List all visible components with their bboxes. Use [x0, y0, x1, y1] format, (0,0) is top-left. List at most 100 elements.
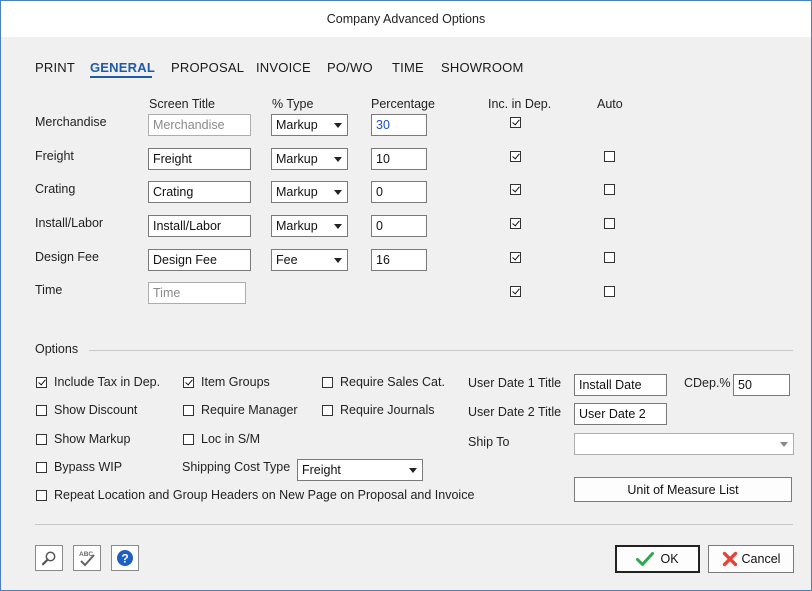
- row-label-freight: Freight: [35, 149, 74, 163]
- user-date-1-input[interactable]: Install Date: [574, 374, 667, 396]
- percentage-input-freight[interactable]: 10: [371, 148, 427, 170]
- type-select-value: Fee: [276, 253, 298, 267]
- auto-checkbox-time[interactable]: [604, 286, 615, 297]
- close-icon: [722, 551, 737, 567]
- chevron-down-icon: [334, 258, 342, 263]
- row-label-time: Time: [35, 283, 63, 297]
- header-type: % Type: [272, 97, 314, 111]
- search-icon: [41, 551, 56, 566]
- auto-checkbox-design-fee[interactable]: [604, 252, 615, 263]
- show-markup-label: Show Markup: [54, 432, 131, 446]
- screen-title-input-time[interactable]: Time: [148, 282, 246, 304]
- percentage-input-crating[interactable]: 0: [371, 181, 427, 203]
- svg-text:?: ?: [121, 551, 128, 565]
- screen-title-input-freight[interactable]: Freight: [148, 148, 251, 170]
- show-markup-checkbox[interactable]: [36, 434, 47, 445]
- cdep-label: CDep.%: [684, 376, 731, 390]
- header-inc-dep: Inc. in Dep.: [488, 97, 552, 111]
- cdep-input[interactable]: 50: [733, 374, 790, 396]
- spellcheck-button[interactable]: ABC: [73, 545, 101, 571]
- percentage-input-design-fee[interactable]: 16: [371, 249, 427, 271]
- chevron-down-icon: [334, 123, 342, 128]
- screen-title-input-design-fee[interactable]: Design Fee: [148, 249, 251, 271]
- shipping-cost-type-select[interactable]: Freight: [297, 459, 423, 481]
- require-journals-checkbox[interactable]: [322, 405, 333, 416]
- tab-general[interactable]: GENERAL: [90, 60, 155, 75]
- header-screen-title: Screen Title: [149, 97, 216, 111]
- require-sales-cat-checkbox[interactable]: [322, 377, 333, 388]
- dialog-window: Company Advanced Options PRINT GENERAL P…: [0, 0, 812, 591]
- auto-checkbox-crating[interactable]: [604, 184, 615, 195]
- loc-in-sm-checkbox[interactable]: [183, 434, 194, 445]
- unit-of-measure-list-button[interactable]: Unit of Measure List: [574, 477, 792, 502]
- include-tax-checkbox[interactable]: [36, 377, 47, 388]
- inc-dep-checkbox-time[interactable]: [510, 286, 521, 297]
- chevron-down-icon: [409, 468, 417, 473]
- show-discount-checkbox[interactable]: [36, 405, 47, 416]
- row-label-merchandise: Merchandise: [35, 115, 107, 129]
- options-section-label: Options: [35, 342, 79, 356]
- screen-title-input-merchandise[interactable]: Merchandise: [148, 114, 251, 136]
- inc-dep-checkbox-freight[interactable]: [510, 151, 521, 162]
- bypass-wip-checkbox[interactable]: [36, 462, 47, 473]
- active-tab-underline: [90, 76, 152, 78]
- percentage-input-merchandise[interactable]: 30: [371, 114, 427, 136]
- spellcheck-icon: ABC: [79, 551, 95, 567]
- user-date-2-label: User Date 2 Title: [468, 405, 562, 419]
- screen-title-input-crating[interactable]: Crating: [148, 181, 251, 203]
- require-journals-label: Require Journals: [340, 403, 435, 417]
- tab-time[interactable]: TIME: [392, 60, 424, 75]
- ship-to-select[interactable]: [574, 433, 794, 455]
- inc-dep-checkbox-design-fee[interactable]: [510, 252, 521, 263]
- checkmark-icon: [636, 552, 655, 566]
- auto-checkbox-freight[interactable]: [604, 151, 615, 162]
- bypass-wip-label: Bypass WIP: [54, 460, 123, 474]
- type-select-merchandise[interactable]: Markup: [271, 114, 348, 136]
- item-groups-checkbox[interactable]: [183, 377, 194, 388]
- type-select-design-fee[interactable]: Fee: [271, 249, 348, 271]
- require-manager-label: Require Manager: [201, 403, 298, 417]
- inc-dep-checkbox-crating[interactable]: [510, 184, 521, 195]
- tab-invoice[interactable]: INVOICE: [256, 60, 311, 75]
- help-button[interactable]: ?: [111, 545, 139, 571]
- chevron-down-icon: [780, 442, 788, 447]
- type-select-install-labor[interactable]: Markup: [271, 215, 348, 237]
- tab-showroom[interactable]: SHOWROOM: [441, 60, 523, 75]
- inc-dep-checkbox-install-labor[interactable]: [510, 218, 521, 229]
- user-date-1-label: User Date 1 Title: [468, 376, 562, 390]
- inc-dep-checkbox-merchandise[interactable]: [510, 117, 521, 128]
- window-title: Company Advanced Options: [1, 1, 811, 37]
- require-sales-cat-label: Require Sales Cat.: [340, 375, 445, 389]
- type-select-value: Markup: [276, 152, 318, 166]
- tab-po-wo[interactable]: PO/WO: [327, 60, 373, 75]
- screen-title-input-install-labor[interactable]: Install/Labor: [148, 215, 251, 237]
- user-date-2-input[interactable]: User Date 2: [574, 403, 667, 425]
- header-auto: Auto: [597, 97, 623, 111]
- include-tax-label: Include Tax in Dep.: [54, 375, 161, 389]
- type-select-freight[interactable]: Markup: [271, 148, 348, 170]
- type-select-value: Markup: [276, 118, 318, 132]
- repeat-headers-checkbox[interactable]: [36, 490, 47, 501]
- row-label-install-labor: Install/Labor: [35, 216, 104, 230]
- tab-print[interactable]: PRINT: [35, 60, 75, 75]
- show-discount-label: Show Discount: [54, 403, 138, 417]
- ok-button[interactable]: OK: [615, 545, 700, 573]
- type-select-value: Markup: [276, 219, 318, 233]
- chevron-down-icon: [334, 190, 342, 195]
- chevron-down-icon: [334, 157, 342, 162]
- auto-checkbox-install-labor[interactable]: [604, 218, 615, 229]
- row-label-design-fee: Design Fee: [35, 250, 99, 264]
- footer-divider: [35, 524, 793, 525]
- header-percentage: Percentage: [371, 97, 435, 111]
- help-icon: ?: [117, 550, 133, 566]
- search-button[interactable]: [35, 545, 63, 571]
- percentage-input-install-labor[interactable]: 0: [371, 215, 427, 237]
- shipping-cost-type-value: Freight: [302, 463, 341, 477]
- cancel-button[interactable]: Cancel: [708, 545, 794, 573]
- repeat-headers-label: Repeat Location and Group Headers on New…: [54, 488, 475, 502]
- tab-proposal[interactable]: PROPOSAL: [171, 60, 244, 75]
- type-select-crating[interactable]: Markup: [271, 181, 348, 203]
- options-divider: [89, 350, 793, 351]
- cancel-label: Cancel: [741, 552, 781, 566]
- require-manager-checkbox[interactable]: [183, 405, 194, 416]
